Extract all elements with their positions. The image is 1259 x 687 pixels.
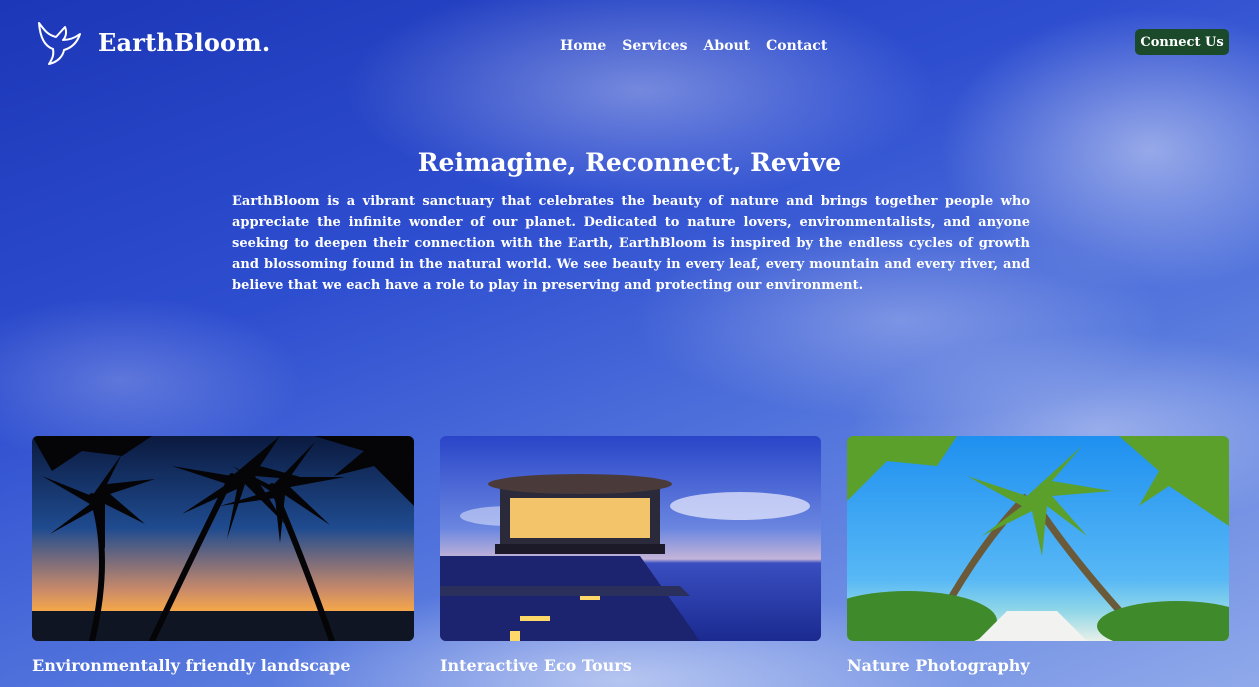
card-caption: Interactive Eco Tours xyxy=(440,656,632,675)
card-eco-tours[interactable]: Interactive Eco Tours xyxy=(440,436,821,675)
hero-description: EarthBloom is a vibrant sanctuary that c… xyxy=(232,194,1030,293)
card-caption: Environmentally friendly landscape xyxy=(32,656,351,675)
hero-title: Reimagine, Reconnect, Revive xyxy=(417,148,842,177)
nav-home[interactable]: Home xyxy=(560,38,606,54)
sunset-palm-image xyxy=(32,436,414,641)
brand-logo[interactable]: EarthBloom. xyxy=(36,18,270,66)
card-caption: Nature Photography xyxy=(847,656,1030,675)
overwater-pavilion-image xyxy=(440,436,821,641)
card-landscape[interactable]: Environmentally friendly landscape xyxy=(32,436,414,675)
dove-icon xyxy=(38,22,81,65)
brand-name: EarthBloom. xyxy=(98,27,271,57)
main-nav: Home Services About Contact xyxy=(560,38,827,54)
card-photography[interactable]: Nature Photography xyxy=(847,436,1229,675)
nav-about[interactable]: About xyxy=(703,38,750,54)
tropical-beach-image xyxy=(847,436,1229,641)
nav-services[interactable]: Services xyxy=(622,38,687,54)
nav-contact[interactable]: Contact xyxy=(766,38,827,54)
connect-us-button[interactable]: Connect Us xyxy=(1135,29,1229,55)
